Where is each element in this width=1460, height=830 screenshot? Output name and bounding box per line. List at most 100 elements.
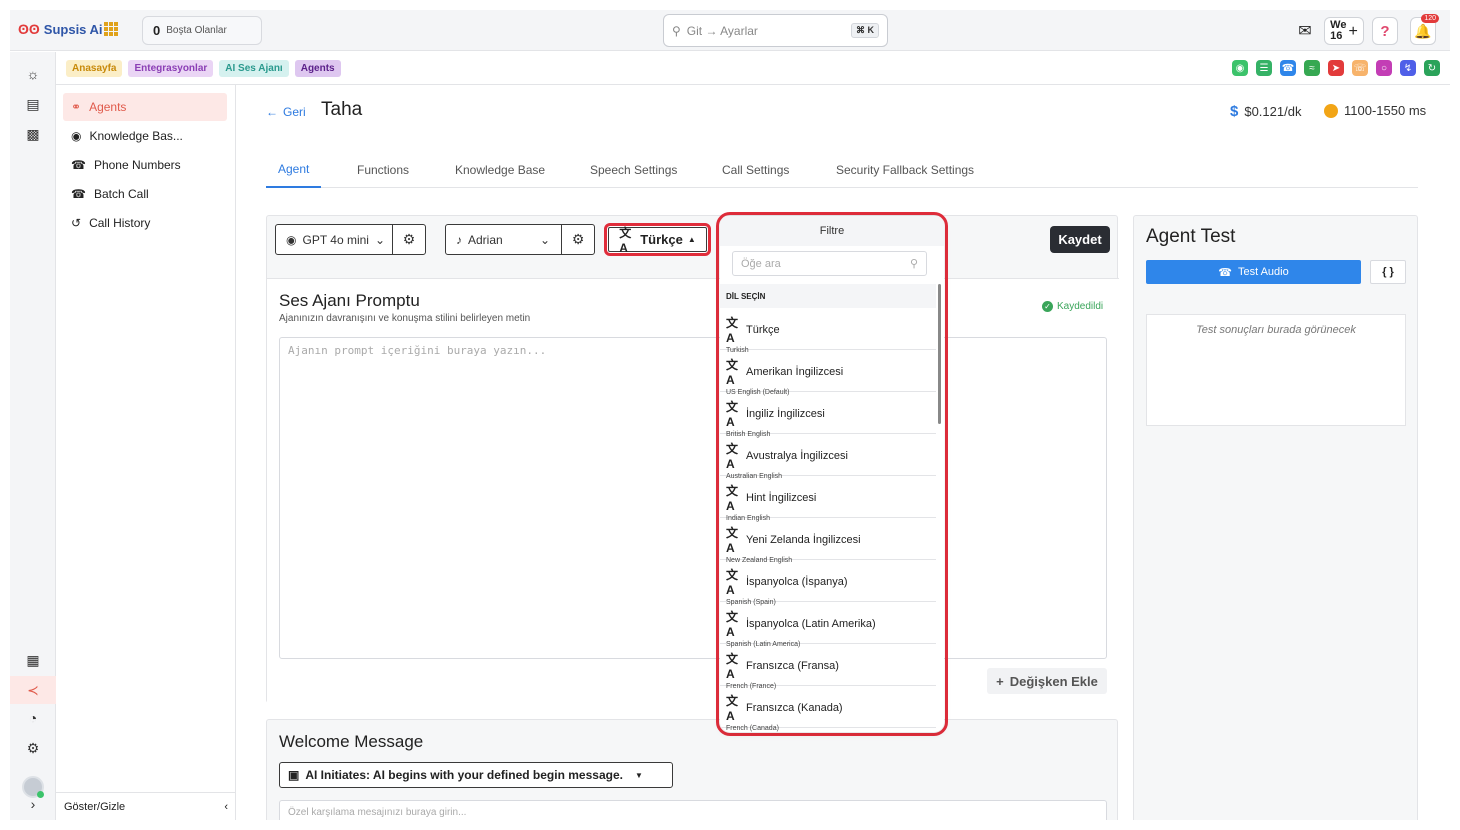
voice-select[interactable]: ♪ Adrian ⌄ ⚙ bbox=[445, 224, 595, 255]
chevron-left-icon: ‹ bbox=[224, 800, 228, 813]
search-placeholder: Git → Ayarlar bbox=[686, 23, 758, 38]
menu-item-knowledge-base[interactable]: ◉ Knowledge Bas... bbox=[63, 122, 227, 150]
channel-icons: ◉ ☰ ☎ ≈ ➤ ☏ ○ ↯ ↻ bbox=[1232, 60, 1440, 76]
option-name: İspanyolca (Latin Amerika) bbox=[746, 617, 876, 630]
saved-label: Kaydedildi bbox=[1057, 301, 1104, 312]
code-view-button[interactable]: { } bbox=[1370, 260, 1406, 284]
dashboard-icon[interactable]: ▦ bbox=[23, 650, 43, 670]
breadcrumb-home[interactable]: Anasayfa bbox=[66, 60, 123, 77]
refresh-channel-icon[interactable]: ↻ bbox=[1424, 60, 1440, 76]
price-info: $ $0.121/dk bbox=[1230, 103, 1301, 120]
test-audio-label: Test Audio bbox=[1237, 266, 1289, 278]
breadcrumb-voice-agent[interactable]: AI Ses Ajanı bbox=[219, 60, 289, 77]
option-name: Amerikan İngilizcesi bbox=[746, 365, 844, 378]
translate-icon: 文A bbox=[726, 442, 739, 471]
option-name: Hint İngilizcesi bbox=[746, 491, 817, 504]
language-option-new-zealand-english[interactable]: 文A Yeni Zelanda İngilizcesi New Zealand E… bbox=[720, 518, 936, 564]
wifi-channel-icon[interactable]: ≈ bbox=[1304, 60, 1320, 76]
tab-speech-settings[interactable]: Speech Settings bbox=[590, 151, 677, 188]
instagram-channel-icon[interactable]: ○ bbox=[1376, 60, 1392, 76]
menu-toggle[interactable]: Göster/Gizle ‹ bbox=[56, 792, 236, 820]
menu-item-label: Batch Call bbox=[93, 187, 149, 201]
language-option-australian-english[interactable]: 文A Avustralya İngilizcesi Australian Engl… bbox=[720, 434, 936, 480]
page-title: Taha bbox=[321, 99, 363, 120]
price-value: $0.121/dk bbox=[1244, 104, 1302, 119]
language-option-french-france[interactable]: 文A Fransızca (Fransa) French (France) bbox=[720, 644, 936, 690]
menu-item-phone-numbers[interactable]: ☎ Phone Numbers bbox=[63, 151, 227, 179]
contacts-icon[interactable]: ▤ bbox=[23, 94, 43, 114]
list-channel-icon[interactable]: ☰ bbox=[1256, 60, 1272, 76]
message-icon: ▣ bbox=[288, 768, 300, 782]
language-option-french-canada[interactable]: 文A Fransızca (Kanada) French (Canada) bbox=[720, 686, 936, 732]
model-select[interactable]: ◉ GPT 4o mini ⌄ ⚙ bbox=[275, 224, 426, 255]
messenger-channel-icon[interactable]: ↯ bbox=[1400, 60, 1416, 76]
translate-icon: 文A bbox=[726, 316, 739, 345]
top-bar: ʘʘ Supsis Ai 0 Boşta Olanlar ⚲ Git → Aya… bbox=[10, 10, 1450, 51]
expand-icon[interactable]: › bbox=[23, 794, 43, 814]
dropdown-header: Filtre bbox=[720, 216, 944, 246]
menu-toggle-label: Göster/Gizle bbox=[64, 800, 126, 813]
chat-icon[interactable]: ☼ bbox=[23, 64, 43, 84]
tab-security-fallback-settings[interactable]: Security Fallback Settings bbox=[836, 151, 974, 188]
welcome-message-input[interactable]: Özel karşılama mesajınızı buraya girin..… bbox=[279, 800, 1107, 820]
tab-call-settings[interactable]: Call Settings bbox=[722, 151, 789, 188]
telegram-channel-icon[interactable]: ➤ bbox=[1328, 60, 1344, 76]
option-subtitle: French (Canada) bbox=[726, 725, 779, 732]
language-option-indian-english[interactable]: 文A Hint İngilizcesi Indian English bbox=[720, 476, 936, 522]
save-button[interactable]: Kaydet bbox=[1050, 226, 1110, 253]
menu-item-agents[interactable]: ⚭ Agents bbox=[63, 93, 227, 121]
option-name: İspanyolca (İspanya) bbox=[746, 575, 848, 588]
agent-config-panel: ◉ GPT 4o mini ⌄ ⚙ ♪ Adrian ⌄ ⚙ 文A Türkçe bbox=[266, 215, 1119, 704]
prompt-textarea[interactable]: Ajanın prompt içeriğini buraya yazın... bbox=[279, 337, 1107, 659]
settings-icon[interactable]: ⚙ bbox=[23, 738, 43, 758]
week-badge[interactable]: We 16 + bbox=[1324, 17, 1364, 45]
back-link[interactable]: ← Geri bbox=[266, 105, 306, 119]
breadcrumb-integrations[interactable]: Entegrasyonlar bbox=[128, 60, 214, 77]
idle-agents-box[interactable]: 0 Boşta Olanlar bbox=[142, 16, 262, 45]
voice-select-value: ♪ Adrian ⌄ bbox=[446, 233, 561, 247]
saved-status: ✓ Kaydedildi bbox=[1042, 301, 1103, 312]
global-search[interactable]: ⚲ Git → Ayarlar ⌘ K bbox=[663, 14, 888, 47]
caret-up-icon: ▲ bbox=[687, 235, 696, 244]
chevron-down-icon: ⌄ bbox=[374, 232, 386, 247]
search-icon: ⚲ bbox=[909, 258, 918, 270]
translate-icon: 文A bbox=[726, 400, 739, 429]
bot-channel-icon[interactable]: ◉ bbox=[1232, 60, 1248, 76]
help-icon[interactable]: ? bbox=[1372, 17, 1398, 45]
dropdown-search-input[interactable]: Öğe ara ⚲ bbox=[732, 251, 927, 276]
voice-settings-gear-icon[interactable]: ⚙ bbox=[561, 225, 594, 254]
tab-functions[interactable]: Functions bbox=[357, 151, 409, 188]
language-option-british-english[interactable]: 文A İngiliz İngilizcesi British English bbox=[720, 392, 936, 438]
reports-icon[interactable]: ◔ bbox=[23, 708, 43, 728]
notifications-bell-icon[interactable]: 🔔 120 bbox=[1410, 14, 1439, 45]
mail-icon[interactable]: ✉ bbox=[1294, 17, 1316, 45]
option-name: İngiliz İngilizcesi bbox=[746, 407, 825, 420]
model-label: GPT 4o mini bbox=[302, 232, 369, 247]
language-option-spanish-spain[interactable]: 文A İspanyolca (İspanya) Spanish (Spain) bbox=[720, 560, 936, 606]
language-option-spanish-latin-america[interactable]: 文A İspanyolca (Latin Amerika) Spanish (La… bbox=[720, 602, 936, 648]
brand-logo[interactable]: ʘʘ Supsis Ai bbox=[18, 21, 103, 37]
language-option-turkish[interactable]: 文A Türkçe Turkish bbox=[720, 308, 936, 354]
tab-knowledge-base[interactable]: Knowledge Base bbox=[455, 151, 545, 188]
dropdown-scrollbar[interactable] bbox=[938, 284, 941, 424]
language-select-inner: 文A Türkçe ▲ bbox=[608, 226, 707, 255]
menu-item-batch-call[interactable]: ☎ Batch Call bbox=[63, 180, 227, 208]
translate-icon: 文A bbox=[726, 526, 739, 555]
model-settings-gear-icon[interactable]: ⚙ bbox=[392, 225, 425, 254]
inbox-icon[interactable]: ▩ bbox=[23, 124, 43, 144]
menu-item-call-history[interactable]: ↺ Call History bbox=[63, 209, 227, 237]
test-results-area: Test sonuçları burada görünecek bbox=[1146, 314, 1406, 426]
share-icon[interactable]: ≺ bbox=[10, 676, 56, 704]
language-option-us-english[interactable]: 文A Amerikan İngilizcesi US English (Defau… bbox=[720, 350, 936, 396]
tab-agent[interactable]: Agent bbox=[266, 151, 322, 188]
language-select[interactable]: 文A Türkçe ▲ bbox=[604, 223, 711, 256]
test-audio-button[interactable]: ☎ Test Audio bbox=[1146, 260, 1361, 284]
whatsapp-channel-icon[interactable]: ☏ bbox=[1352, 60, 1368, 76]
breadcrumb-bar: Anasayfa Entegrasyonlar AI Ses Ajanı Age… bbox=[56, 52, 1450, 85]
welcome-mode-select[interactable]: ▣ AI Initiates: AI begins with your defi… bbox=[279, 762, 673, 788]
voice-channel-icon[interactable]: ☎ bbox=[1280, 60, 1296, 76]
add-variable-button[interactable]: + Değişken Ekle bbox=[987, 668, 1107, 694]
phone-icon: ☎ bbox=[71, 158, 86, 172]
apps-grid-icon[interactable] bbox=[104, 22, 118, 36]
breadcrumb-agents[interactable]: Agents bbox=[294, 60, 341, 77]
